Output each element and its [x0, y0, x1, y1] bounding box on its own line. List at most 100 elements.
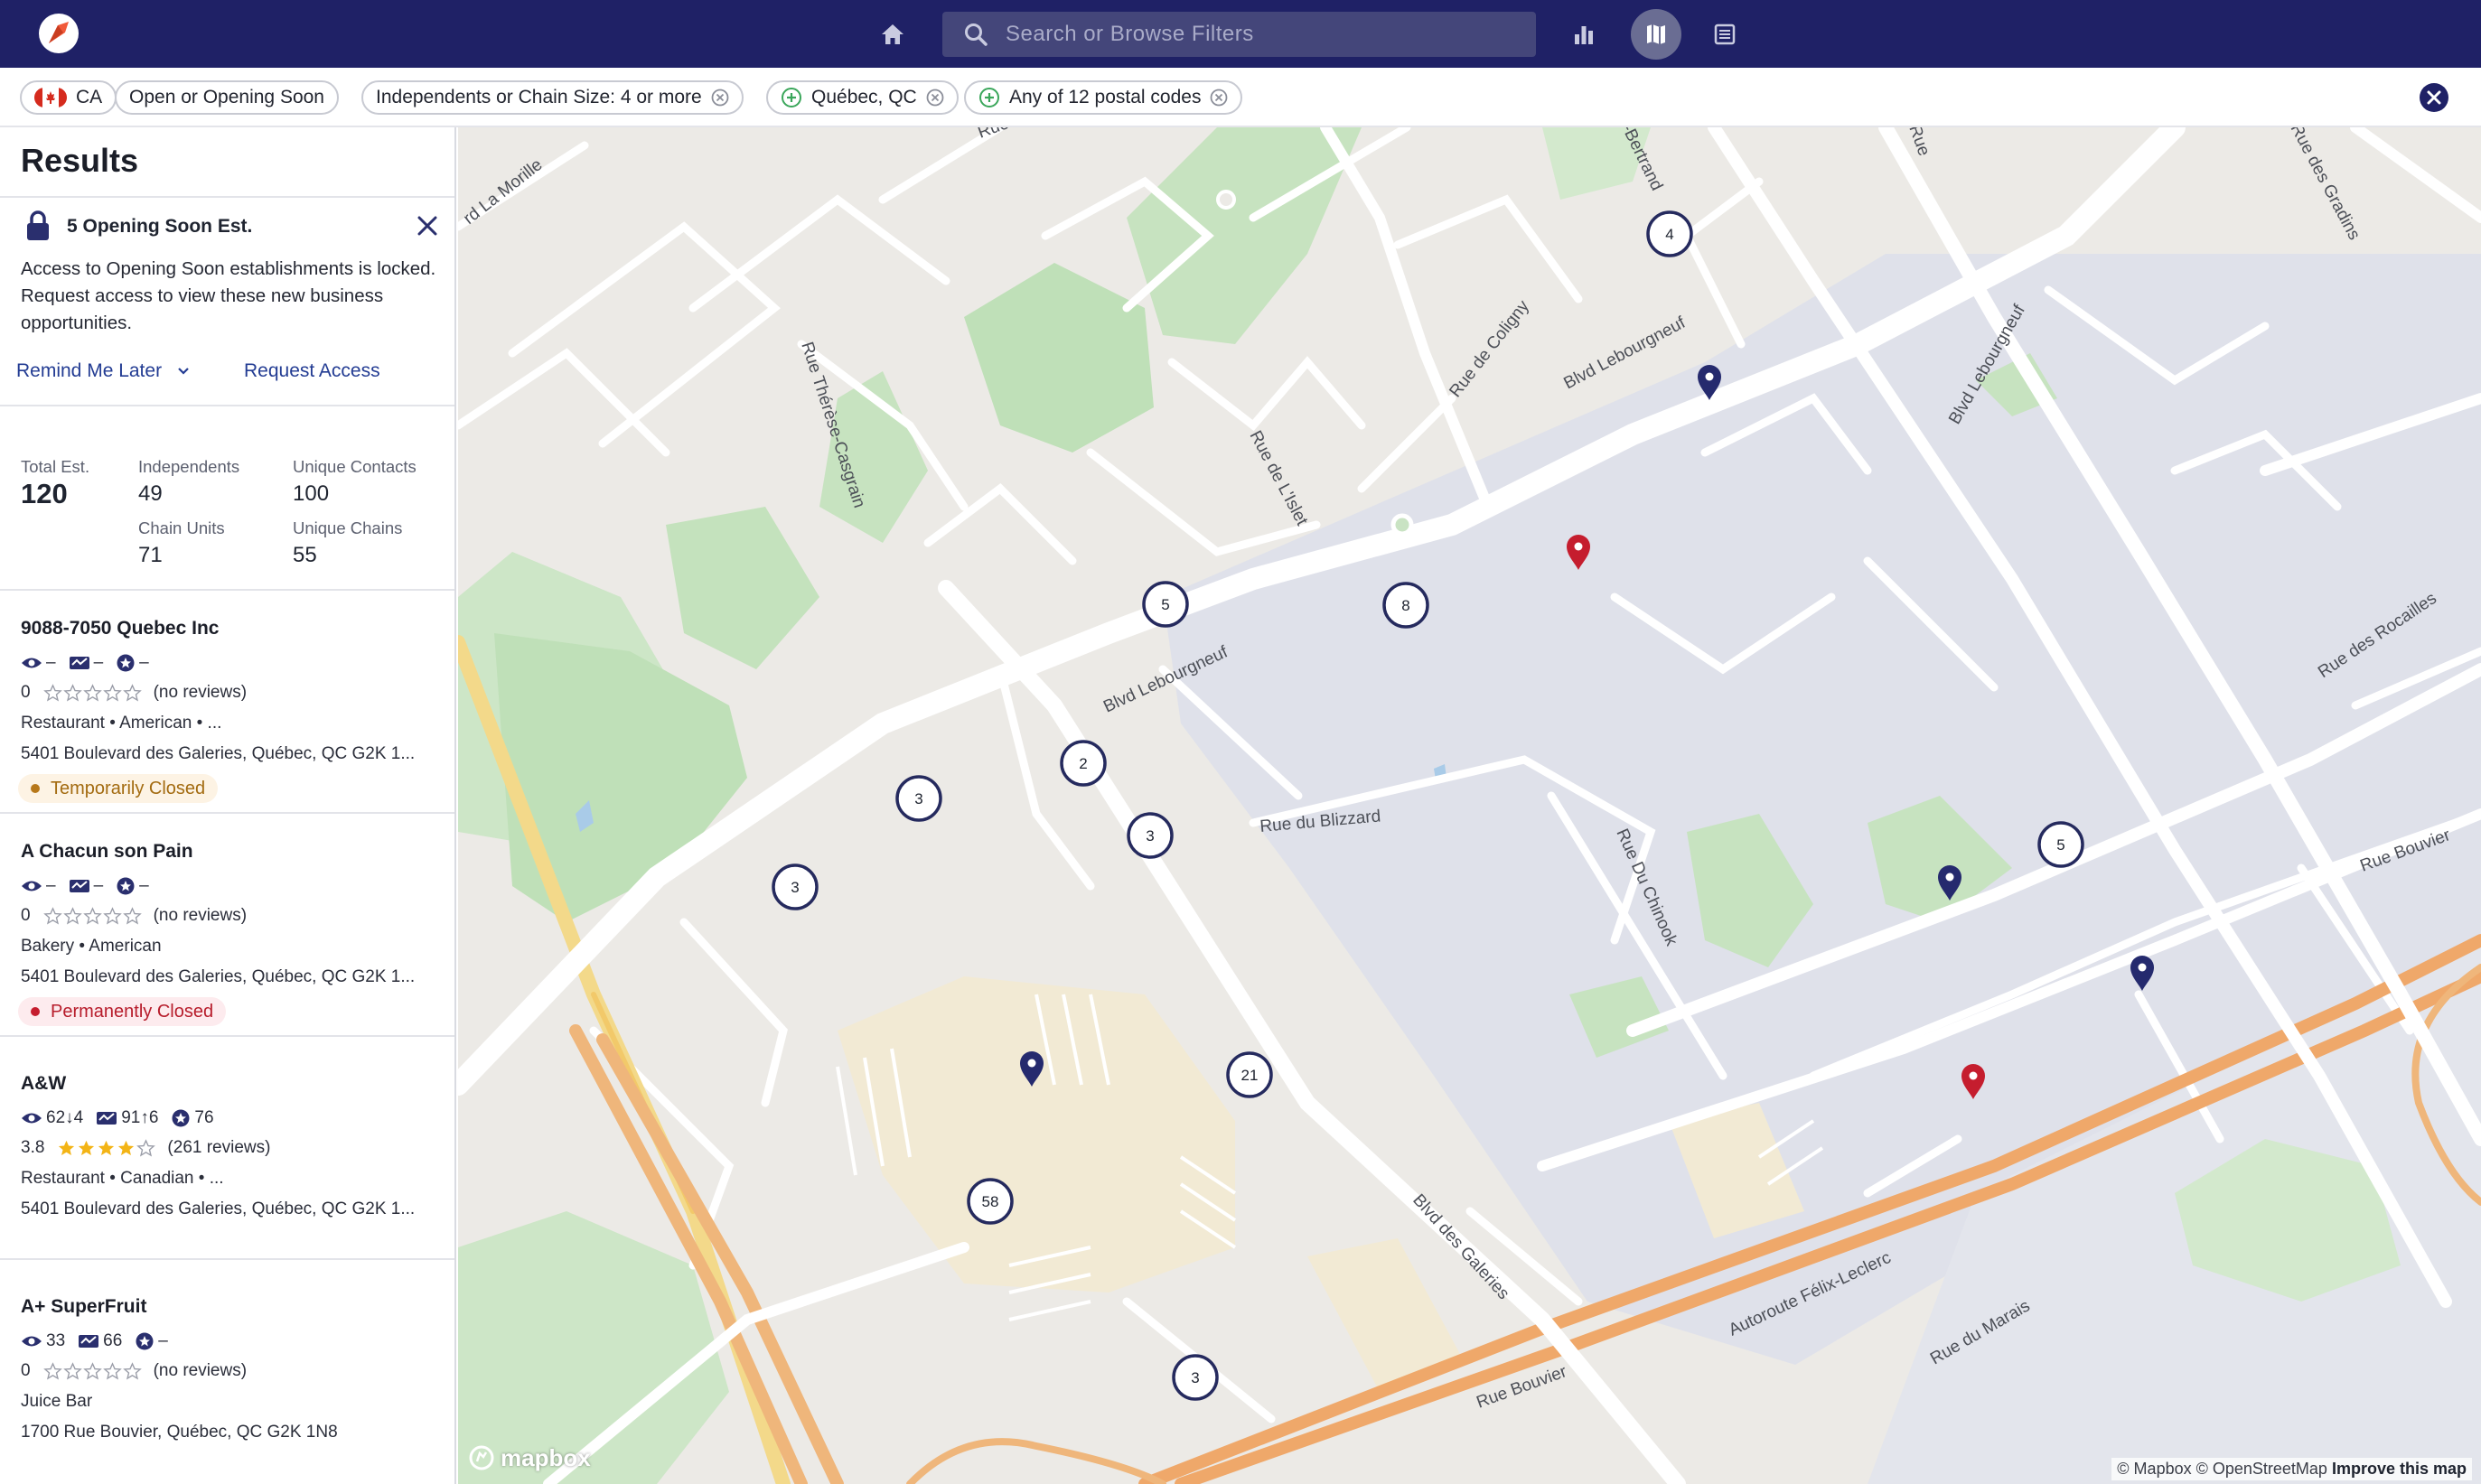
cluster-count: 4	[1665, 226, 1673, 243]
result-list-item[interactable]: A&W 62↓4 91↑6 76 3.8 (261 reviews) Resta…	[0, 1035, 454, 1258]
rating-value: 0	[21, 906, 31, 925]
add-filter-icon	[979, 88, 999, 107]
badge-star-icon	[172, 1109, 190, 1127]
app-logo-icon[interactable]	[36, 11, 81, 56]
star-empty-icon	[42, 906, 62, 924]
total-est-label: Total Est.	[21, 457, 90, 476]
listing-name: 9088-7050 Quebec Inc	[21, 618, 220, 639]
cluster-count: 2	[1079, 755, 1087, 772]
mapbox-logo-icon	[469, 1445, 494, 1470]
rating-value: 0	[21, 1361, 31, 1380]
street-label: Rue de Coligny	[1446, 296, 1533, 401]
review-count: (no reviews)	[153, 1361, 248, 1380]
divider	[0, 196, 454, 198]
street-label: Rue	[976, 127, 1012, 143]
listing-name: A+ SuperFruit	[21, 1296, 147, 1317]
views-metric: –	[21, 876, 56, 896]
map-cluster-marker[interactable]: 5	[1142, 581, 1189, 628]
park-area	[964, 263, 1154, 453]
result-list-item[interactable]: 9088-7050 Quebec Inc – – – 0 (no reviews…	[0, 589, 454, 812]
listing-address: 1700 Rue Bouvier, Québec, QC G2K 1N8	[21, 1423, 338, 1442]
analytics-nav-button[interactable]	[1564, 14, 1604, 54]
star-rating	[42, 906, 143, 926]
map-attribution: © Mapbox © OpenStreetMap Improve this ma…	[2111, 1458, 2472, 1480]
city-filter-chip[interactable]: Québec, QC	[766, 80, 959, 115]
home-icon	[882, 24, 903, 44]
map-cluster-marker[interactable]: 5	[2037, 821, 2084, 868]
map-icon	[1647, 24, 1665, 44]
visits-metric: 66	[78, 1331, 122, 1351]
star-empty-icon	[122, 906, 142, 924]
visits-metric: –	[69, 653, 103, 673]
remind-me-later-button[interactable]: Remind Me Later	[16, 360, 191, 382]
map-cluster-marker[interactable]: 3	[1127, 812, 1174, 859]
result-list-item[interactable]: A Chacun son Pain – – – 0 (no reviews) B…	[0, 812, 454, 1035]
total-est-value: 120	[21, 478, 68, 509]
eye-icon	[22, 658, 42, 668]
cluster-count: 3	[1191, 1369, 1199, 1386]
unique-chains-label: Unique Chains	[293, 518, 403, 537]
chain-units-label: Chain Units	[138, 518, 225, 537]
map-cluster-marker[interactable]: 8	[1382, 582, 1429, 629]
search-bar[interactable]: Search or Browse Filters	[942, 12, 1536, 57]
chain-size-filter-chip[interactable]: Independents or Chain Size: 4 or more	[361, 80, 744, 115]
map-cluster-marker[interactable]: 4	[1646, 210, 1693, 257]
map-canvas[interactable]: Blvd Lebourgneuf Blvd Lebourgneuf Blvd L…	[458, 127, 2481, 1484]
score-metric: –	[116, 876, 149, 896]
list-nav-button[interactable]	[1705, 14, 1745, 54]
star-filled-icon	[118, 1140, 135, 1155]
star-empty-icon	[122, 1361, 142, 1379]
result-list-item[interactable]: A+ SuperFruit 33 66 – 0 (no reviews) Jui…	[0, 1258, 454, 1484]
visits-metric: 91↑6	[96, 1108, 158, 1128]
notice-title: 5 Opening Soon Est.	[67, 216, 253, 237]
map-nav-button[interactable]	[1631, 9, 1681, 60]
street-label: rd La Morille	[460, 155, 546, 229]
star-filled-icon	[98, 1140, 115, 1155]
map-cluster-marker[interactable]: 3	[1172, 1354, 1219, 1401]
map-cluster-marker[interactable]: 58	[967, 1178, 1014, 1225]
results-title: Results	[21, 142, 139, 179]
results-panel: Results 5 Opening Soon Est. Access to Op…	[0, 127, 456, 1484]
star-empty-icon	[82, 683, 102, 701]
review-count: (no reviews)	[153, 906, 248, 925]
map-view[interactable]: Blvd Lebourgneuf Blvd Lebourgneuf Blvd L…	[458, 127, 2481, 1484]
remove-filter-icon[interactable]	[1210, 89, 1228, 107]
request-access-button[interactable]: Request Access	[244, 360, 380, 382]
listing-rating: 0 (no reviews)	[21, 682, 247, 704]
badge-star-icon	[117, 654, 135, 672]
independents-value: 49	[138, 481, 163, 506]
postal-code-filter-chip[interactable]: Any of 12 postal codes	[964, 80, 1243, 115]
foot-traffic-icon	[97, 1112, 117, 1125]
badge-star-icon	[117, 877, 135, 895]
country-filter-label: CA	[76, 87, 103, 107]
close-notice-icon[interactable]	[414, 212, 441, 239]
score-metric: –	[135, 1331, 168, 1351]
remind-me-later-label: Remind Me Later	[16, 360, 163, 381]
unique-chains-value: 55	[293, 543, 317, 567]
unique-contacts-value: 100	[293, 481, 330, 506]
app-window: Search or Browse Filters CA Open or Open…	[0, 0, 2481, 1484]
home-nav-button[interactable]	[873, 14, 913, 54]
mapbox-logo[interactable]: mapbox	[468, 1443, 591, 1472]
star-empty-icon	[62, 906, 82, 924]
search-placeholder: Search or Browse Filters	[1006, 22, 1254, 46]
eye-icon	[22, 1336, 42, 1347]
map-cluster-marker[interactable]: 21	[1226, 1051, 1273, 1098]
map-cluster-marker[interactable]: 2	[1060, 740, 1107, 787]
remove-filter-icon[interactable]	[711, 89, 729, 107]
eye-icon	[22, 881, 42, 891]
status-filter-chip[interactable]: Open or Opening Soon	[115, 80, 339, 115]
map-cluster-marker[interactable]: 3	[895, 775, 942, 822]
clear-filters-close-icon[interactable]	[2419, 82, 2449, 113]
remove-filter-icon[interactable]	[926, 89, 944, 107]
country-filter-chip[interactable]: CA	[20, 80, 117, 115]
city-filter-label: Québec, QC	[811, 87, 917, 107]
map-cluster-marker[interactable]: 3	[772, 863, 819, 910]
cluster-count: 3	[791, 879, 799, 896]
listing-address: 5401 Boulevard des Galeries, Québec, QC …	[21, 1199, 416, 1218]
improve-map-link[interactable]: Improve this map	[2332, 1460, 2467, 1478]
notice-text: Access to Opening Soon establishments is…	[21, 258, 436, 333]
chevron-down-icon	[178, 368, 189, 376]
star-empty-icon	[82, 906, 102, 924]
star-rating	[42, 683, 143, 703]
